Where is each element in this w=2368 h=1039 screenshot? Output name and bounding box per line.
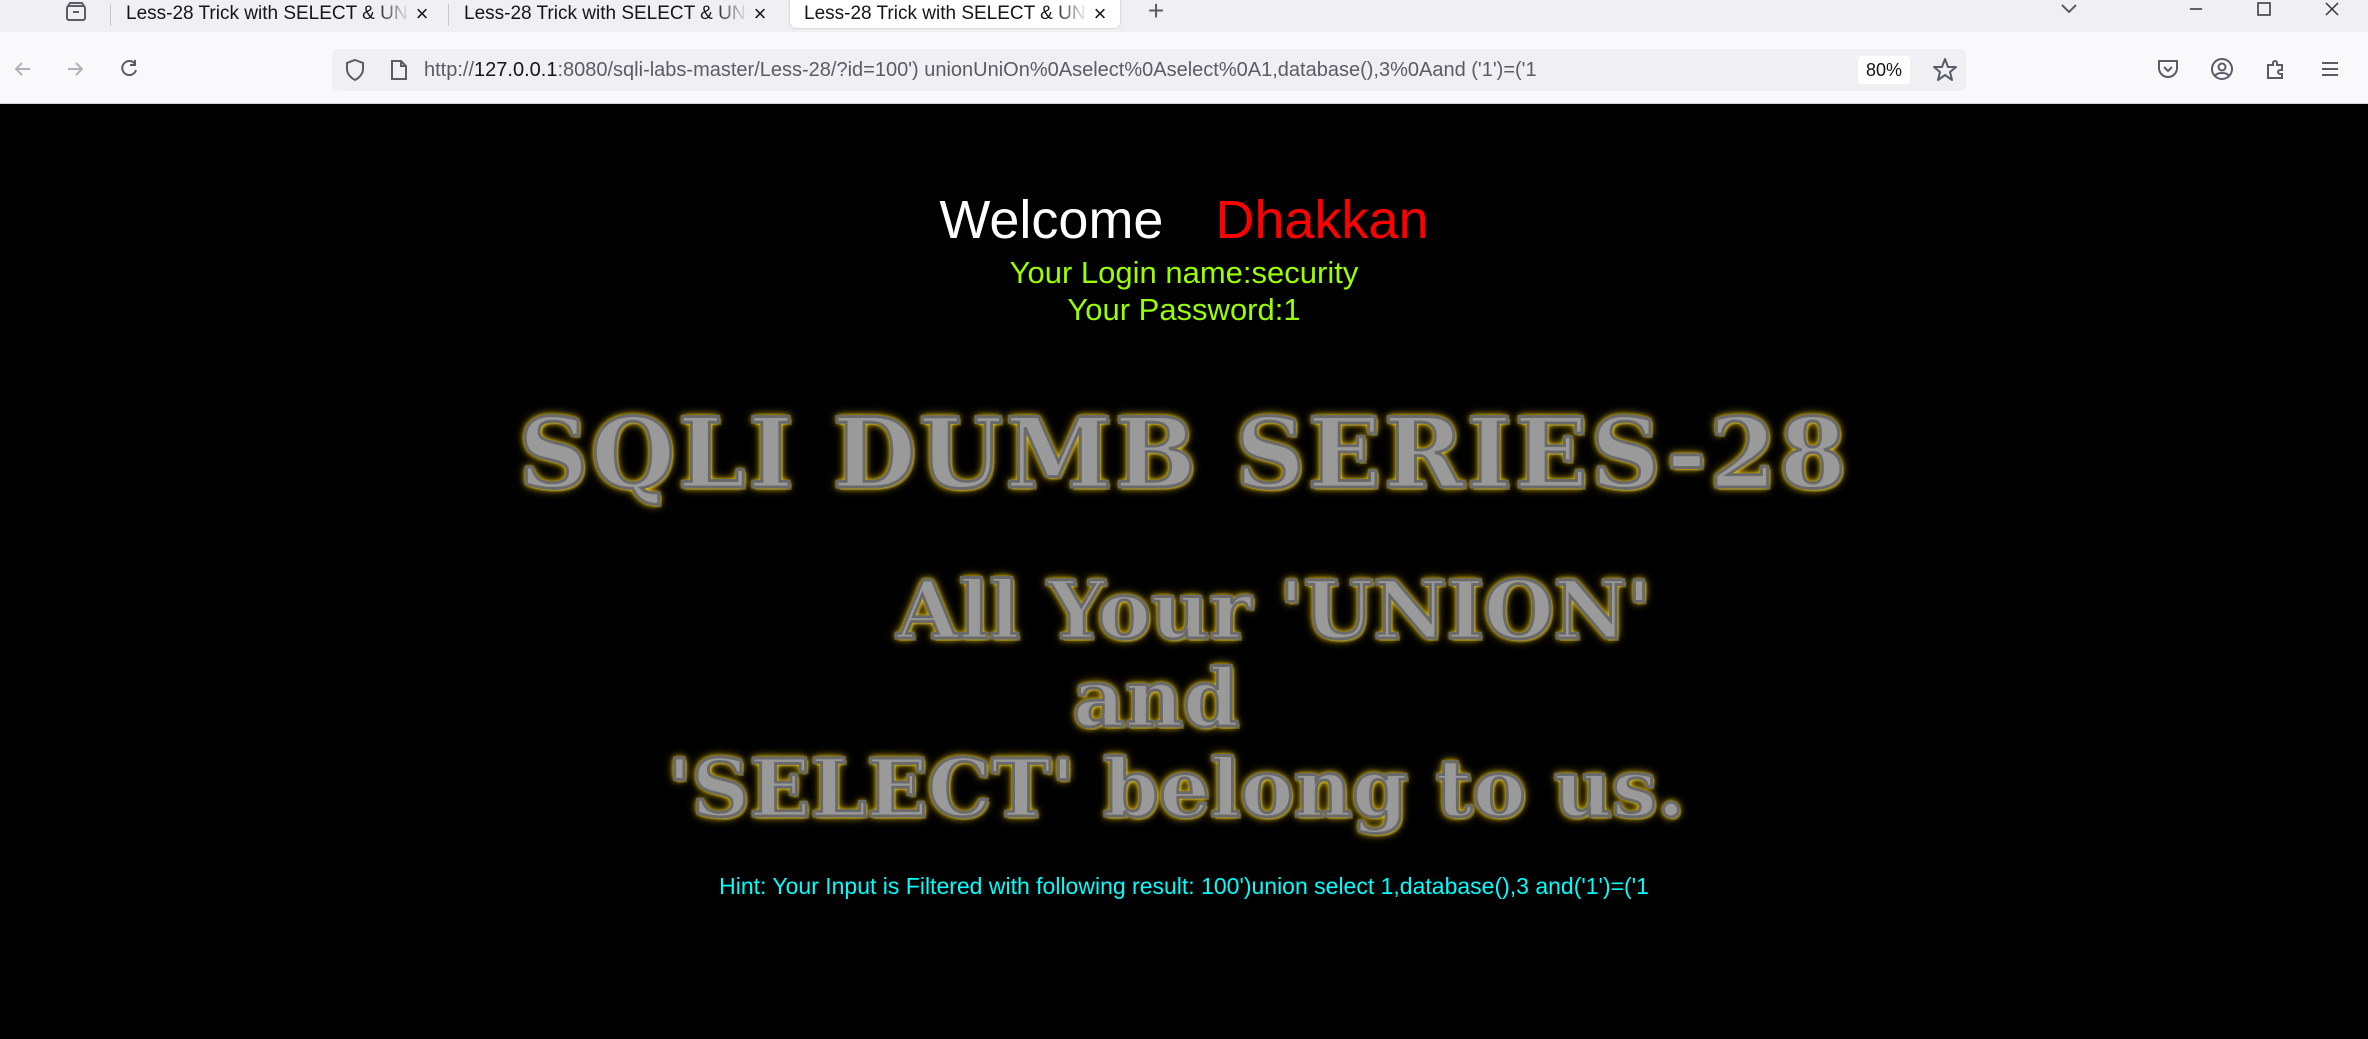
pocket-icon[interactable]: [2152, 53, 2184, 85]
tab-strip: Less-28 Trick with SELECT & UNIO × Less-…: [0, 0, 2368, 32]
banner-line-select: 'SELECT' belong to us.: [666, 740, 1687, 837]
bookmark-star-icon[interactable]: [1932, 57, 1958, 83]
tab-close-icon[interactable]: ×: [1088, 1, 1112, 27]
banner-line-and: and: [1072, 650, 1241, 747]
tab-close-icon[interactable]: ×: [748, 1, 772, 27]
url-path: :8080/sqli-labs-master/Less-28/?id=100')…: [557, 59, 1537, 81]
address-bar[interactable]: http://127.0.0.1:8080/sqli-labs-master/L…: [332, 49, 1966, 91]
tab-manager-icon[interactable]: [62, 0, 90, 24]
tab-3-active[interactable]: Less-28 Trick with SELECT & UNIO ×: [790, 0, 1120, 28]
extensions-icon[interactable]: [2260, 53, 2292, 85]
back-button[interactable]: [6, 52, 40, 86]
filter-hint-text: Hint: Your Input is Filtered with follow…: [719, 873, 1649, 899]
page-content: Welcome Dhakkan Your Login name:security …: [0, 104, 2368, 1039]
url-prefix: http://: [424, 59, 475, 81]
navigation-toolbar: http://127.0.0.1:8080/sqli-labs-master/L…: [0, 32, 2368, 104]
banner-line-union: All Your 'UNION': [895, 562, 1653, 659]
welcome-text: Welcome: [939, 190, 1164, 250]
reload-button[interactable]: [112, 52, 146, 86]
tab-title: Less-28 Trick with SELECT & UNIO: [126, 3, 410, 24]
list-all-tabs-icon[interactable]: [2054, 0, 2084, 22]
zoom-level-badge[interactable]: 80%: [1858, 56, 1910, 84]
forward-button[interactable]: [58, 52, 92, 86]
series-banner-title: SQLI DUMB SERIES-28: [517, 396, 1850, 512]
account-icon[interactable]: [2206, 53, 2238, 85]
tab-separator: [110, 4, 111, 26]
url-host: 127.0.0.1: [474, 59, 558, 81]
url-text[interactable]: http://127.0.0.1:8080/sqli-labs-master/L…: [424, 49, 1537, 91]
tab-separator: [448, 4, 449, 26]
welcome-heading: Welcome Dhakkan: [0, 188, 2368, 252]
close-window-button[interactable]: [2310, 0, 2354, 22]
app-menu-icon[interactable]: [2314, 53, 2346, 85]
page-info-icon[interactable]: [390, 59, 408, 81]
tracking-protection-shield-icon[interactable]: [344, 58, 366, 82]
tab-close-icon[interactable]: ×: [410, 1, 434, 27]
tab-1[interactable]: Less-28 Trick with SELECT & UNIO ×: [112, 0, 442, 28]
login-name-text: Your Login name:security: [1009, 255, 1359, 290]
maximize-button[interactable]: [2242, 0, 2286, 22]
welcome-name: Dhakkan: [1215, 190, 1429, 250]
tab-title: Less-28 Trick with SELECT & UNIO: [804, 3, 1088, 24]
minimize-button[interactable]: [2174, 0, 2218, 22]
tab-2[interactable]: Less-28 Trick with SELECT & UNIO ×: [450, 0, 780, 28]
tab-title: Less-28 Trick with SELECT & UNIO: [464, 3, 748, 24]
password-text: Your Password:1: [1067, 292, 1301, 327]
new-tab-button[interactable]: +: [1140, 0, 1172, 26]
